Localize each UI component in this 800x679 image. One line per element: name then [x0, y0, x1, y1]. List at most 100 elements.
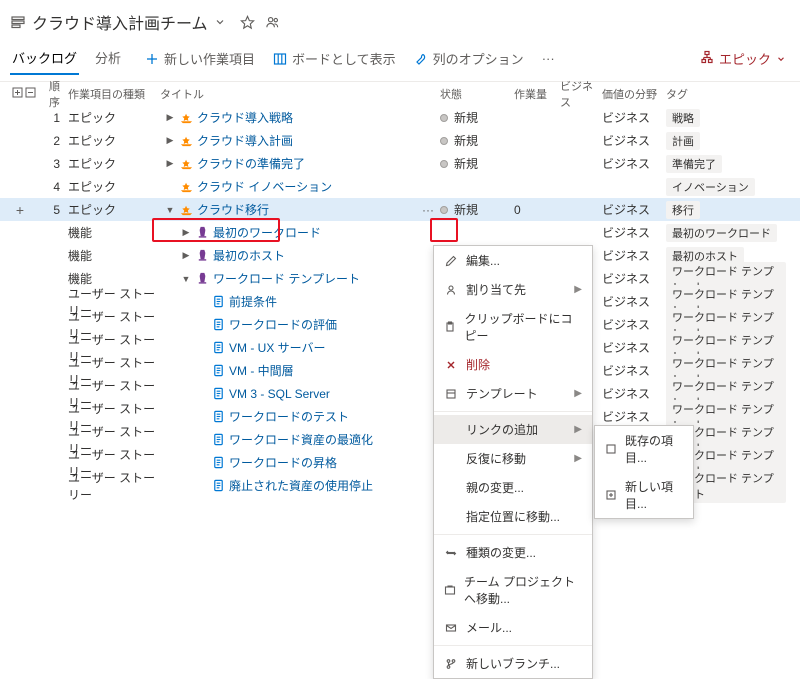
epic-icon [180, 180, 193, 193]
row-expander[interactable]: ▶ [180, 227, 192, 238]
mail-icon [444, 622, 458, 634]
cell-order: 5 [40, 203, 68, 217]
menu-change-parent[interactable]: 親の変更... [434, 473, 592, 502]
tag-chip[interactable]: 最初のワークロード [666, 224, 777, 242]
cell-type: ユーザー ストーリー [68, 469, 160, 503]
plus-icon [145, 52, 159, 66]
submenu-new-item[interactable]: 新しい項目... [595, 472, 693, 518]
pencil-icon [444, 255, 458, 267]
row-expander[interactable]: ▶ [164, 158, 176, 169]
row-expander[interactable]: ▶ [164, 135, 176, 146]
work-item-title-link[interactable]: クラウド導入計画 [197, 132, 293, 149]
table-row[interactable]: 4エピッククラウド イノベーションイノベーション [0, 175, 800, 198]
favorite-star-icon[interactable] [238, 13, 257, 32]
menu-assign[interactable]: 割り当て先 ▶ [434, 275, 592, 304]
work-item-title-link[interactable]: クラウドの準備完了 [197, 155, 305, 172]
menu-move-iteration[interactable]: 反復に移動 ▶ [434, 444, 592, 473]
work-item-title-link[interactable]: 最初のワークロード [213, 224, 321, 241]
story-icon [212, 433, 225, 446]
chevron-right-icon: ▶ [574, 453, 582, 464]
table-row[interactable]: 1エピック▶クラウド導入戦略新規ビジネス戦略 [0, 106, 800, 129]
col-tags[interactable]: タグ [666, 86, 786, 102]
epic-icon [180, 157, 193, 170]
person-icon [444, 284, 458, 296]
col-order[interactable]: 順序 [40, 78, 68, 110]
menu-move-position[interactable]: 指定位置に移動... [434, 502, 592, 531]
table-header: 順序 作業項目の種類 タイトル 状態 作業量 ビジネス 価値の分野 タグ [0, 82, 800, 106]
col-effort[interactable]: 作業量 [514, 86, 560, 102]
cell-effort: 0 [514, 203, 560, 217]
submenu-existing-item[interactable]: 既存の項目... [595, 426, 693, 472]
work-item-title-link[interactable]: ワークロード テンプレート [213, 270, 360, 287]
cell-value-area: ビジネス [602, 247, 666, 264]
table-row[interactable]: 2エピック▶クラウド導入計画新規ビジネス計画 [0, 129, 800, 152]
menu-edit[interactable]: 編集... [434, 246, 592, 275]
tab-backlog[interactable]: バックログ [10, 42, 79, 75]
work-item-title-link[interactable]: クラウド移行 [197, 201, 269, 218]
view-as-board-button[interactable]: ボードとして表示 [271, 45, 398, 72]
new-work-item-button[interactable]: 新しい作業項目 [143, 45, 257, 72]
work-item-title-link[interactable]: 最初のホスト [213, 247, 285, 264]
template-icon [444, 388, 458, 400]
work-item-title-link[interactable]: 前提条件 [229, 293, 277, 310]
work-item-title-link[interactable]: ワークロードのテスト [229, 408, 349, 425]
col-business[interactable]: ビジネス [560, 78, 602, 110]
team-dropdown[interactable] [214, 16, 226, 28]
new-item-icon [605, 489, 617, 501]
table-row[interactable]: 3エピック▶クラウドの準備完了新規ビジネス準備完了 [0, 152, 800, 175]
work-item-title-link[interactable]: ワークロード資産の最適化 [229, 431, 373, 448]
column-options-button[interactable]: 列のオプション [412, 45, 526, 72]
clipboard-icon [444, 321, 456, 333]
story-icon [212, 341, 225, 354]
cell-order: 1 [40, 111, 68, 125]
tab-analytics[interactable]: 分析 [93, 42, 123, 75]
story-icon [212, 364, 225, 377]
menu-email[interactable]: メール... [434, 613, 592, 642]
story-icon [212, 387, 225, 400]
team-people-icon[interactable] [263, 13, 282, 32]
row-more-button[interactable]: ··· [416, 203, 440, 217]
table-row[interactable]: +5エピック▼クラウド移行···新規0ビジネス移行 [0, 198, 800, 221]
work-item-title-link[interactable]: クラウド イノベーション [197, 178, 332, 195]
tag-chip[interactable]: イノベーション [666, 178, 755, 196]
tag-chip[interactable]: 移行 [666, 201, 700, 219]
tag-chip[interactable]: 計画 [666, 132, 700, 150]
row-expander[interactable]: ▼ [164, 205, 176, 215]
row-expander[interactable]: ▶ [180, 250, 192, 261]
work-item-title-link[interactable]: VM - 中間層 [229, 362, 294, 379]
menu-move-project[interactable]: チーム プロジェクトへ移動... [434, 567, 592, 613]
row-expander[interactable]: ▶ [164, 112, 176, 123]
row-expander[interactable]: ▼ [180, 274, 192, 284]
menu-copy[interactable]: クリップボードにコピー [434, 304, 592, 350]
feature-icon [196, 226, 209, 239]
add-child-button[interactable]: + [12, 202, 28, 218]
cell-type: エピック [68, 109, 160, 126]
work-item-title-link[interactable]: ワークロードの評価 [229, 316, 337, 333]
epic-icon [180, 134, 193, 147]
work-item-title-link[interactable]: クラウド導入戦略 [197, 109, 293, 126]
work-item-title-link[interactable]: 廃止された資産の使用停止 [229, 477, 373, 494]
col-value-area[interactable]: 価値の分野 [602, 86, 666, 102]
table-row[interactable]: 機能▶最初のワークロードビジネス最初のワークロード [0, 221, 800, 244]
work-item-title-link[interactable]: VM - UX サーバー [229, 339, 326, 356]
more-toolbar-button[interactable]: ··· [540, 47, 557, 70]
col-state[interactable]: 状態 [440, 86, 514, 102]
cell-state: 新規 [440, 201, 514, 218]
menu-delete[interactable]: 削除 [434, 350, 592, 379]
menu-add-link[interactable]: リンクの追加 ▶ [434, 415, 592, 444]
col-title[interactable]: タイトル [160, 86, 440, 102]
menu-new-branch[interactable]: 新しいブランチ... [434, 649, 592, 678]
col-type[interactable]: 作業項目の種類 [68, 86, 160, 102]
cell-type: エピック [68, 132, 160, 149]
tag-chip[interactable]: 戦略 [666, 109, 700, 127]
tag-chip[interactable]: 準備完了 [666, 155, 722, 173]
menu-change-type[interactable]: 種類の変更... [434, 538, 592, 567]
epic-view-selector[interactable]: エピック [700, 49, 786, 68]
work-item-title-link[interactable]: VM 3 - SQL Server [229, 387, 330, 401]
menu-template[interactable]: テンプレート ▶ [434, 379, 592, 408]
cell-tags: 最初のワークロード [666, 224, 786, 242]
expand-all-icon[interactable] [12, 87, 23, 101]
collapse-all-icon[interactable] [25, 87, 36, 101]
work-item-title-link[interactable]: ワークロードの昇格 [229, 454, 337, 471]
cell-value-area: ビジネス [602, 201, 666, 218]
